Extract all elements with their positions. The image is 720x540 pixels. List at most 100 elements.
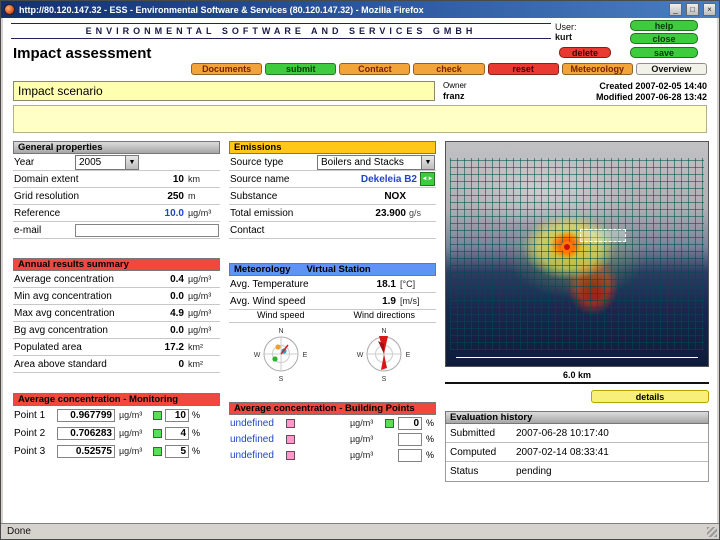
table-row: Source name Dekeleia B2 ◄► — [229, 171, 436, 188]
building-point-link[interactable]: undefined — [230, 434, 282, 445]
status-swatch-pink — [286, 434, 295, 444]
delete-button[interactable]: delete — [559, 47, 611, 58]
compass-north-label: N — [278, 328, 283, 335]
history-rows: Submitted 2007-06-28 10:17:40 Computed 2… — [445, 424, 709, 482]
panel-header: Average concentration - Monitoring — [13, 393, 220, 406]
details-button[interactable]: details — [591, 390, 709, 403]
email-field[interactable] — [75, 223, 219, 237]
toolbar: Documents submit Contact check reset Met… — [191, 63, 707, 75]
status-swatch-green — [153, 446, 162, 456]
owner-name: franz — [443, 91, 465, 101]
meteorology-button[interactable]: Meteorology — [561, 63, 633, 75]
wind-direction-rose-label: Wind directions — [353, 310, 416, 320]
table-row: Point 3 0.52575 µg/m³ 5 % — [13, 442, 220, 460]
resize-grip[interactable] — [707, 527, 717, 537]
overview-button[interactable]: Overview — [635, 63, 707, 75]
unit-label: µg/m³ — [350, 450, 374, 460]
unit-label: µg/m³ — [188, 308, 212, 318]
history-label: Status — [450, 466, 479, 477]
rose-labels: Wind speed Wind directions — [229, 310, 436, 323]
check-button[interactable]: check — [413, 63, 485, 75]
status-bar: Done — [1, 523, 719, 539]
submit-button[interactable]: submit — [265, 63, 337, 75]
unit-label: km — [188, 174, 200, 184]
compass-south-label: S — [278, 376, 283, 383]
field-label: Source type — [230, 156, 284, 168]
field-label: Contact — [230, 224, 265, 236]
result-label: Average concentration — [14, 273, 114, 285]
maximize-button[interactable]: □ — [686, 3, 699, 16]
result-label: Populated area — [14, 341, 82, 353]
source-name-link[interactable]: Dekeleia B2 — [337, 174, 417, 185]
unit-label: km² — [188, 359, 203, 369]
panel-subtitle: Virtual Station — [306, 264, 371, 275]
scenario-name-input[interactable] — [13, 81, 435, 101]
owner-info: Owner franz — [443, 81, 467, 101]
table-row: Point 1 0.967799 µg/m³ 10 % — [13, 406, 220, 424]
source-type-select[interactable]: Boilers and Stacks ▼ — [317, 154, 435, 170]
status-swatch-green — [153, 410, 162, 420]
unit-label: [m/s] — [400, 296, 420, 306]
table-row: Area above standard 0 km² — [13, 356, 220, 373]
panel-header: Evaluation history — [445, 411, 709, 424]
table-row: Year 2005 ▼ — [13, 154, 220, 171]
status-swatch-pink — [286, 418, 295, 428]
result-label: Min avg concentration — [14, 290, 112, 302]
year-label: Year — [14, 156, 35, 168]
scenario-description-textarea[interactable] — [13, 105, 707, 133]
unit-label: µg/m³ — [119, 410, 143, 420]
compass-east-label: E — [406, 352, 411, 359]
table-row: Min avg concentration 0.0 µg/m³ — [13, 288, 220, 305]
minimize-button[interactable]: _ — [669, 3, 682, 16]
unit-label: µg/m³ — [119, 446, 143, 456]
monitoring-panel: Average concentration - Monitoring Point… — [13, 393, 220, 460]
reset-button[interactable]: reset — [487, 63, 559, 75]
status-text: Done — [7, 526, 31, 537]
evaluation-history-panel: Evaluation history Submitted 2007-06-28 … — [445, 411, 709, 482]
year-select[interactable]: 2005 ▼ — [75, 154, 139, 170]
result-value: 17.2 — [164, 341, 184, 353]
user-label: User: — [555, 22, 577, 32]
concentration-map[interactable] — [445, 141, 709, 367]
result-label: Max avg concentration — [14, 307, 115, 319]
status-swatch-green — [385, 418, 394, 428]
building-point-link[interactable]: undefined — [230, 418, 282, 429]
compass-west-label: W — [253, 352, 260, 359]
point-label: Point 2 — [14, 427, 46, 439]
email-label: e-mail — [14, 224, 42, 236]
close-button[interactable]: close — [630, 33, 698, 44]
unit-label: µg/m³ — [188, 208, 212, 218]
reference-value[interactable]: 10.0 — [128, 208, 184, 219]
point-percent: 5 — [165, 444, 189, 458]
divider — [11, 38, 551, 39]
table-row: Avg. Temperature 18.1 [°C] — [229, 276, 436, 293]
building-point-link[interactable]: undefined — [230, 450, 282, 461]
page-title: Impact assessment — [13, 45, 152, 62]
map-scale-line — [456, 357, 698, 358]
save-button[interactable]: save — [630, 47, 698, 58]
wind-direction-rose: N S W E — [333, 323, 437, 383]
unit-label: g/s — [409, 208, 422, 218]
table-row: Contact — [229, 222, 436, 239]
point-value: 0.706283 — [57, 426, 115, 440]
owner-label: Owner — [443, 81, 467, 90]
wind-speed-rose: N S W E — [229, 323, 333, 383]
close-window-button[interactable]: × — [703, 3, 716, 16]
created-timestamp: Created 2007-02-05 14:40 — [599, 81, 707, 91]
map-selection-box — [579, 229, 626, 243]
percent-sign: % — [426, 434, 435, 444]
source-name-stepper-icon[interactable]: ◄► — [420, 172, 435, 186]
source-type-value: Boilers and Stacks — [321, 156, 404, 168]
emissions-panel: Emissions Source type Boilers and Stacks… — [229, 141, 436, 239]
unit-label: µg/m³ — [188, 291, 212, 301]
help-button[interactable]: help — [630, 20, 698, 31]
contact-button[interactable]: Contact — [339, 63, 411, 75]
documents-button[interactable]: Documents — [191, 63, 263, 75]
percent-sign: % — [192, 410, 201, 420]
table-row: Computed 2007-02-14 08:33:41 — [446, 443, 708, 462]
unit-label: [°C] — [400, 279, 416, 289]
table-row: Average concentration 0.4 µg/m³ — [13, 271, 220, 288]
panel-header: General properties — [13, 141, 220, 154]
field-value: 10 — [172, 173, 184, 185]
field-label: Avg. Temperature — [230, 278, 309, 290]
